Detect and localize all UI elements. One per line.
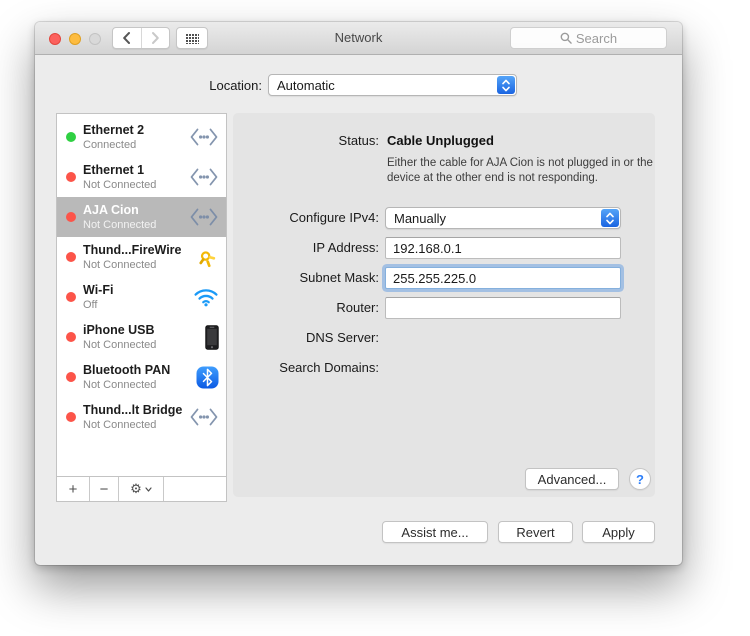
ethernet-icon	[189, 407, 219, 427]
status-dot-disconnected	[66, 212, 76, 222]
search-domains-label: Search Domains:	[279, 360, 379, 375]
service-status: Off	[83, 298, 98, 311]
status-dot-disconnected	[66, 292, 76, 302]
service-status: Not Connected	[83, 378, 157, 391]
status-value: Cable Unplugged	[387, 133, 494, 148]
status-dot-disconnected	[66, 332, 76, 342]
sidebar-item-iphone-usb[interactable]: iPhone USB Not Connected	[57, 317, 226, 357]
configure-ipv4-popup[interactable]: Manually	[385, 207, 621, 229]
service-detail-pane: Status: Cable Unplugged Either the cable…	[233, 113, 655, 497]
sidebar-item-bluetooth-pan[interactable]: Bluetooth PAN Not Connected	[57, 357, 226, 397]
service-status: Not Connected	[83, 418, 157, 431]
search-input[interactable]: Search	[510, 27, 667, 49]
sidebar-item-ethernet-2[interactable]: Ethernet 2 Connected	[57, 117, 226, 157]
help-button[interactable]: ?	[629, 468, 651, 490]
firewire-icon	[193, 244, 219, 270]
iphone-icon	[205, 324, 219, 350]
popup-stepper-icon	[601, 209, 619, 227]
titlebar: Network Search	[35, 22, 682, 55]
status-dot-disconnected	[66, 252, 76, 262]
network-preferences-window: Network Search Location: Automatic Ether…	[35, 22, 682, 565]
remove-service-button[interactable]: −	[90, 477, 119, 501]
assist-me-button[interactable]: Assist me...	[382, 521, 488, 543]
configure-ipv4-label: Configure IPv4:	[289, 210, 379, 225]
sidebar-item-wifi[interactable]: Wi-Fi Off	[57, 277, 226, 317]
location-popup[interactable]: Automatic	[268, 74, 517, 96]
status-dot-disconnected	[66, 172, 76, 182]
apply-button[interactable]: Apply	[582, 521, 655, 543]
gear-icon: ⚙	[130, 481, 142, 497]
chevron-down-icon	[145, 486, 152, 492]
ethernet-icon	[189, 207, 219, 227]
service-name: Ethernet 2	[83, 122, 145, 137]
ip-address-field[interactable]	[385, 237, 621, 259]
service-name: iPhone USB	[83, 322, 155, 337]
ethernet-icon	[189, 167, 219, 187]
router-field[interactable]	[385, 297, 621, 319]
service-name: Ethernet 1	[83, 162, 145, 177]
service-status: Not Connected	[83, 338, 157, 351]
status-dot-disconnected	[66, 372, 76, 382]
revert-button[interactable]: Revert	[498, 521, 573, 543]
dns-server-label: DNS Server:	[306, 330, 379, 345]
status-dot-connected	[66, 132, 76, 142]
search-icon	[560, 32, 572, 44]
service-actions-button[interactable]: ⚙	[119, 477, 164, 501]
sidebar-item-thunderbolt-bridge[interactable]: Thund...lt Bridge Not Connected	[57, 397, 226, 437]
sidebar-item-ethernet-1[interactable]: Ethernet 1 Not Connected	[57, 157, 226, 197]
sidebar-item-aja-cion[interactable]: AJA Cion Not Connected	[57, 197, 226, 237]
service-name: Thund...FireWire	[83, 242, 182, 257]
search-placeholder: Search	[575, 30, 618, 46]
router-label: Router:	[336, 300, 379, 315]
sidebar-toolbar: + − ⚙	[57, 476, 226, 501]
services-list: Ethernet 2 Connected Ethernet 1 Not Conn…	[57, 117, 226, 437]
service-name: Wi-Fi	[83, 282, 114, 297]
service-status: Not Connected	[83, 258, 157, 271]
add-service-button[interactable]: +	[57, 477, 90, 501]
subnet-mask-field[interactable]	[385, 267, 621, 289]
service-name: Bluetooth PAN	[83, 362, 171, 377]
sidebar-item-thunderbolt-firewire[interactable]: Thund...FireWire Not Connected	[57, 237, 226, 277]
ip-address-label: IP Address:	[312, 240, 379, 255]
popup-stepper-icon	[497, 76, 515, 94]
service-status: Not Connected	[83, 178, 157, 191]
status-dot-disconnected	[66, 412, 76, 422]
service-name: AJA Cion	[83, 202, 139, 217]
configure-ipv4-value: Manually	[394, 211, 447, 226]
wifi-icon	[193, 287, 219, 307]
ethernet-icon	[189, 127, 219, 147]
advanced-button[interactable]: Advanced...	[525, 468, 619, 490]
services-sidebar: Ethernet 2 Connected Ethernet 1 Not Conn…	[56, 113, 227, 502]
status-label: Status:	[338, 133, 379, 148]
location-value: Automatic	[277, 78, 335, 93]
service-name: Thund...lt Bridge	[83, 402, 183, 417]
subnet-mask-label: Subnet Mask:	[299, 270, 380, 285]
status-description: Either the cable for AJA Cion is not plu…	[387, 157, 653, 184]
bluetooth-icon	[196, 366, 219, 389]
service-status: Not Connected	[83, 218, 157, 231]
service-status: Connected	[83, 138, 137, 151]
location-label: Location:	[209, 78, 262, 93]
